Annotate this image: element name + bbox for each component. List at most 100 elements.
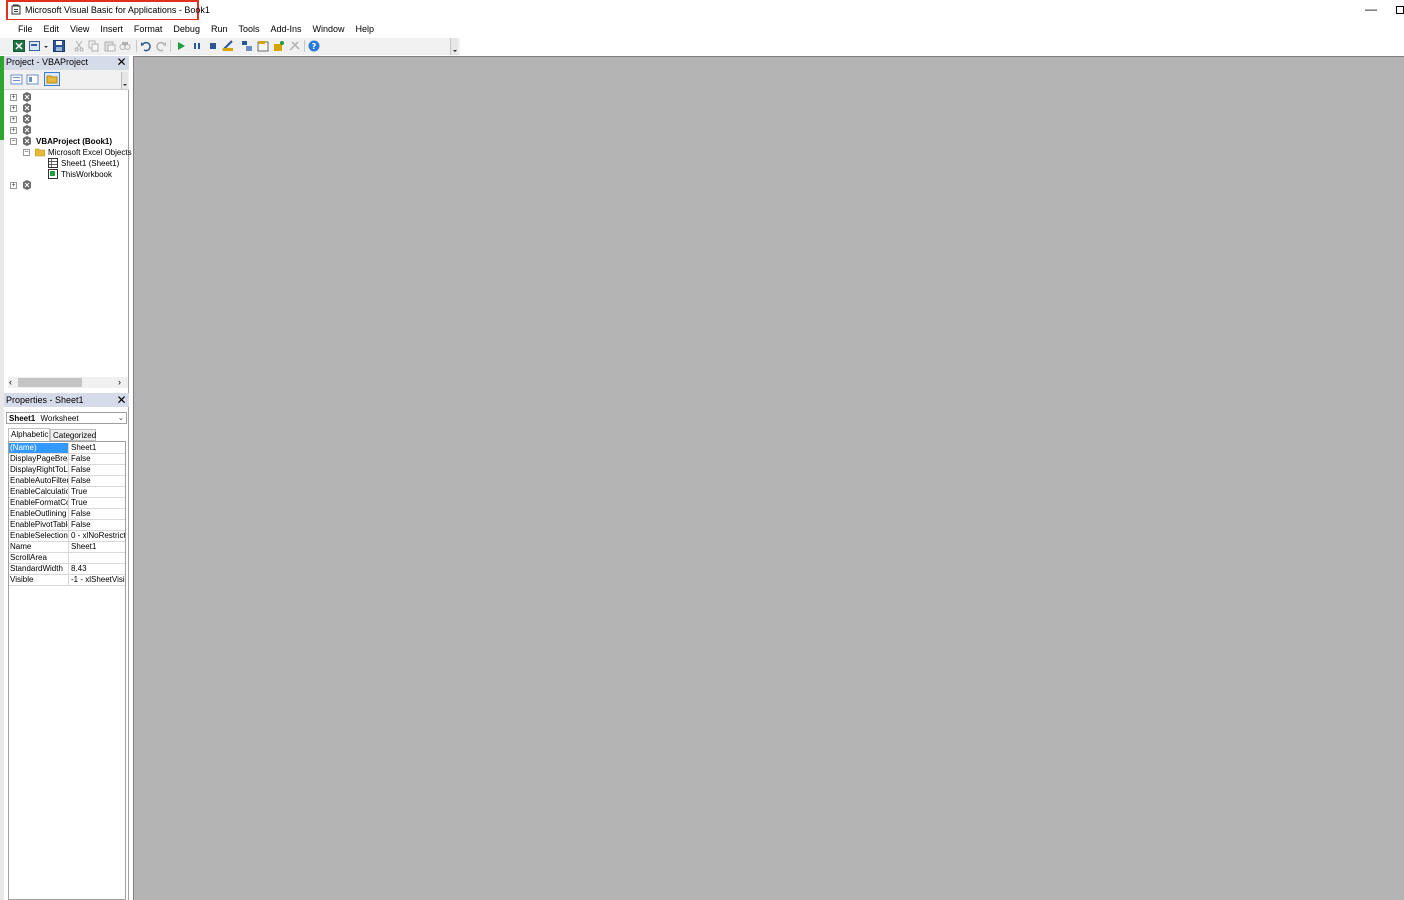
redo-icon[interactable] (155, 40, 167, 52)
property-name: DisplayRightToLef (10, 465, 69, 475)
view-object-icon[interactable] (26, 74, 40, 86)
menu-view[interactable]: View (70, 20, 89, 38)
scroll-right-icon[interactable]: › (118, 377, 126, 388)
property-row[interactable]: EnableAutoFilter False (9, 476, 125, 487)
property-row[interactable]: DisplayPageBreakFalse (9, 454, 125, 465)
property-row[interactable]: EnableFormatCon True (9, 498, 125, 509)
cut-icon[interactable] (73, 40, 85, 52)
break-icon[interactable] (191, 40, 203, 52)
property-value[interactable]: False (70, 520, 125, 530)
property-row[interactable]: EnablePivotTable False (9, 520, 125, 531)
menu-tools[interactable]: Tools (238, 20, 259, 38)
project-toolbar-overflow[interactable] (121, 72, 128, 89)
expand-icon[interactable]: + (10, 105, 17, 112)
property-row[interactable]: ScrollArea (9, 553, 125, 564)
property-row[interactable]: (Name) Sheet1 (9, 443, 125, 454)
run-icon[interactable] (175, 40, 187, 52)
property-name: EnablePivotTable (10, 520, 69, 530)
property-row[interactable]: EnableOutlining False (9, 509, 125, 520)
copy-icon[interactable] (88, 40, 100, 52)
minimize-button[interactable]: — (1363, 1, 1379, 17)
property-value[interactable]: True (70, 498, 125, 508)
tree-item-excel-objects[interactable]: − Microsoft Excel Objects (8, 147, 132, 158)
toggle-folders-icon[interactable] (44, 72, 60, 86)
object-browser-icon[interactable] (273, 40, 285, 52)
toolbar-separator (304, 40, 305, 52)
reset-icon[interactable] (207, 40, 219, 52)
property-value[interactable]: Sheet1 (70, 443, 125, 453)
toolbox-icon[interactable] (289, 40, 301, 52)
property-value[interactable]: False (70, 454, 125, 464)
properties-close-button[interactable]: ✕ (115, 394, 128, 407)
expand-icon[interactable]: + (10, 94, 17, 101)
design-mode-icon[interactable] (222, 40, 234, 52)
property-row[interactable]: Name Sheet1 (9, 542, 125, 553)
menu-help[interactable]: Help (356, 20, 375, 38)
tab-categorized[interactable]: Categorized (50, 429, 96, 441)
property-row[interactable]: DisplayRightToLef False (9, 465, 125, 476)
chevron-down-icon[interactable] (44, 40, 48, 52)
property-value[interactable]: False (70, 465, 125, 475)
vba-project-icon (22, 180, 32, 190)
property-name: (Name) (9, 443, 69, 453)
tree-label: Sheet1 (Sheet1) (61, 159, 120, 168)
find-icon[interactable] (119, 40, 131, 52)
expand-icon[interactable]: + (10, 127, 17, 134)
property-row[interactable]: StandardWidth 8.43 (9, 564, 125, 575)
expand-icon[interactable]: + (10, 116, 17, 123)
properties-title: Properties - Sheet1 (6, 395, 84, 405)
property-value[interactable]: Sheet1 (70, 542, 125, 552)
expand-icon[interactable]: + (10, 182, 17, 189)
tree-item-vbaproject-book1[interactable]: − VBAProject (Book1) (8, 136, 128, 147)
collapse-icon[interactable]: − (10, 138, 17, 145)
project-close-button[interactable]: ✕ (115, 56, 128, 69)
menu-edit[interactable]: Edit (44, 20, 60, 38)
maximize-button[interactable] (1392, 1, 1404, 17)
property-value[interactable]: True (70, 487, 125, 497)
property-value[interactable]: False (70, 476, 125, 486)
save-icon[interactable] (53, 40, 65, 52)
property-value[interactable]: -1 - xlSheetVisib (70, 575, 125, 585)
toolbar-overflow-button[interactable] (450, 38, 458, 55)
undo-icon[interactable] (140, 40, 152, 52)
tree-label: ThisWorkbook (61, 170, 112, 179)
menu-file[interactable]: File (18, 20, 33, 38)
tree-item-thisworkbook[interactable]: ThisWorkbook (8, 169, 128, 180)
property-name: EnableOutlining (9, 509, 69, 519)
help-icon[interactable]: ? (308, 40, 320, 52)
menu-format[interactable]: Format (134, 20, 163, 38)
property-row[interactable]: Visible -1 - xlSheetVisib (9, 575, 125, 586)
property-row[interactable]: EnableCalculation True (9, 487, 125, 498)
tab-alphabetic[interactable]: Alphabetic (8, 428, 50, 441)
property-value[interactable] (70, 553, 125, 563)
paste-icon[interactable] (104, 40, 116, 52)
vba-project-icon (22, 136, 32, 146)
property-value[interactable]: False (70, 509, 125, 519)
view-code-icon[interactable] (10, 74, 24, 86)
object-selector[interactable]: Sheet1 Worksheet (6, 412, 127, 424)
scrollbar-thumb[interactable] (18, 378, 82, 387)
vba-app-icon (11, 4, 22, 15)
insert-userform-icon[interactable] (29, 40, 41, 52)
menu-debug[interactable]: Debug (173, 20, 200, 38)
tree-item-sheet1[interactable]: Sheet1 (Sheet1) (8, 158, 128, 169)
folder-icon (34, 147, 46, 157)
menu-window[interactable]: Window (313, 20, 345, 38)
properties-window-icon[interactable] (257, 40, 269, 52)
chevron-down-icon[interactable]: ⌄ (116, 413, 126, 423)
excel-view-icon[interactable] (13, 40, 25, 52)
menu-run[interactable]: Run (211, 20, 228, 38)
code-window-area[interactable] (133, 56, 1404, 900)
menu-insert[interactable]: Insert (100, 20, 123, 38)
property-value[interactable]: 8.43 (70, 564, 125, 574)
scroll-left-icon[interactable]: ‹ (9, 377, 17, 388)
property-name: DisplayPageBreak (10, 454, 69, 464)
property-name: EnableAutoFilter (10, 476, 69, 486)
project-explorer-icon[interactable] (241, 40, 253, 52)
property-name: EnableSelection (10, 531, 69, 541)
standard-toolbar: ? (0, 38, 460, 55)
menu-add-ins[interactable]: Add-Ins (270, 20, 301, 38)
collapse-icon[interactable]: − (23, 149, 30, 156)
property-row[interactable]: EnableSelection 0 - xlNoRestricti (9, 531, 125, 542)
property-value[interactable]: 0 - xlNoRestricti (70, 531, 125, 541)
